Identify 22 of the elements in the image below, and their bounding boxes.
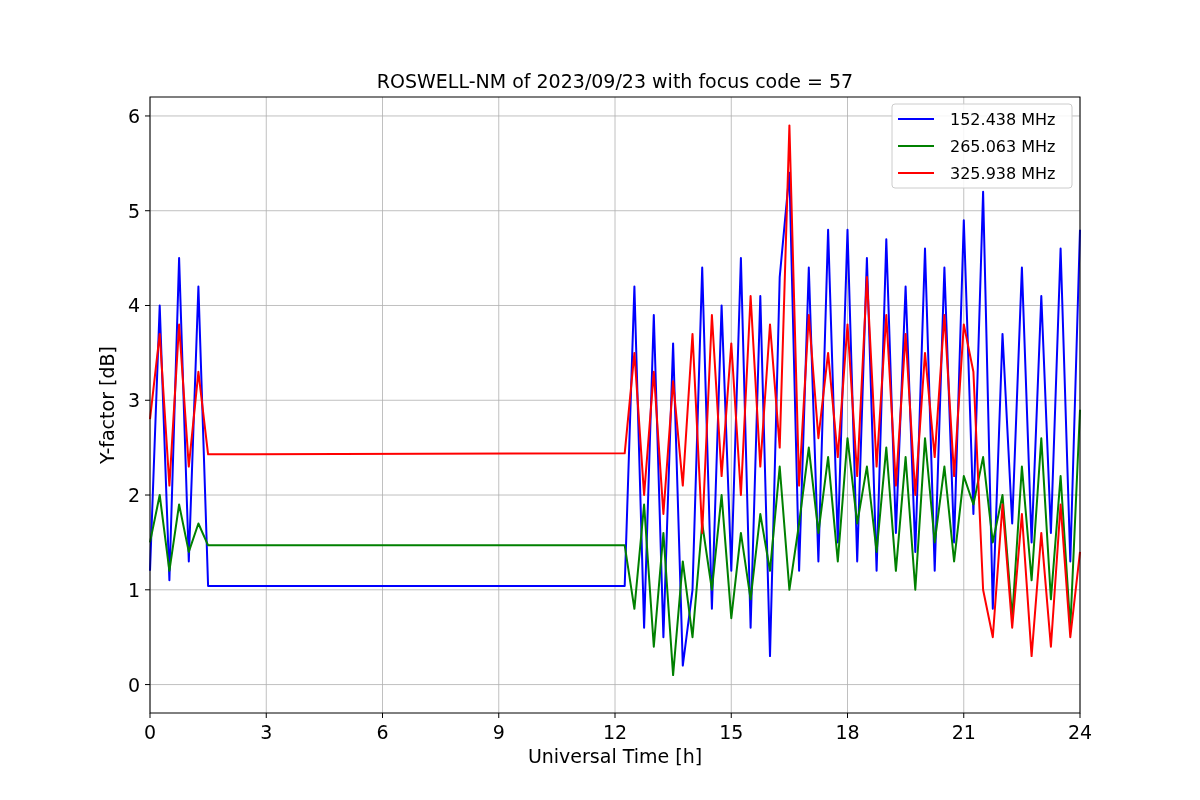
tick-label: 21 bbox=[951, 721, 976, 743]
axis-label: Y-factor [dB] bbox=[96, 346, 118, 464]
axis-label: Universal Time [h] bbox=[527, 745, 703, 767]
tick-label: 3 bbox=[260, 721, 273, 743]
legend-label: 152.438 MHz bbox=[950, 110, 1056, 129]
tick-label: 0 bbox=[127, 673, 140, 696]
tick-label: 1 bbox=[127, 578, 140, 601]
tick-label: 4 bbox=[127, 294, 140, 317]
tick-label: 12 bbox=[602, 721, 628, 743]
tick-label: 6 bbox=[127, 104, 140, 127]
tick-label: 18 bbox=[835, 721, 860, 743]
tick-label: 6 bbox=[376, 721, 389, 743]
legend-label: 325.938 MHz bbox=[950, 164, 1056, 183]
tick-label: 2 bbox=[127, 484, 140, 507]
chart-title: ROSWELL-NM of 2023/09/23 with focus code = 57 bbox=[376, 70, 854, 92]
legend-label: 265.063 MHz bbox=[950, 137, 1056, 156]
tick-label: 3 bbox=[127, 389, 140, 412]
tick-label: 0 bbox=[143, 721, 157, 743]
tick-label: 9 bbox=[492, 721, 505, 743]
tick-label: 5 bbox=[127, 199, 140, 222]
tick-label: 24 bbox=[1067, 721, 1093, 743]
tick-label: 15 bbox=[719, 721, 744, 743]
